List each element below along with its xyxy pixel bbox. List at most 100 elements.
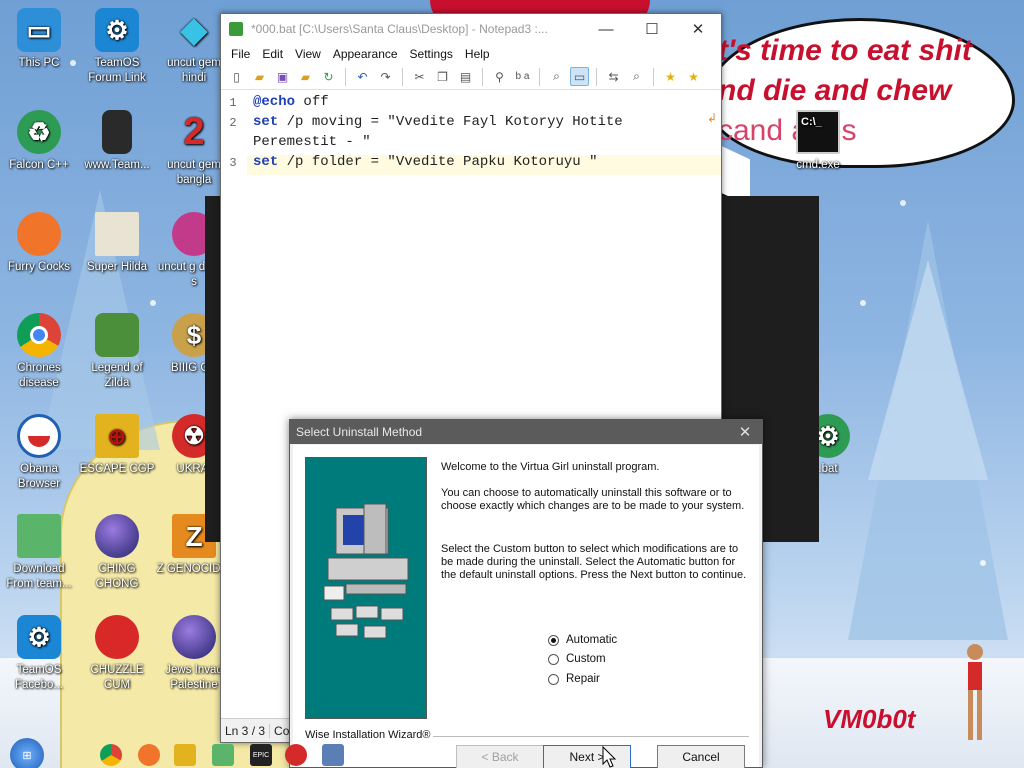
code-line-2: set /p moving = "Vvedite Fayl Kotoryy Ho… xyxy=(253,114,623,130)
code-text: /p folder = "Vvedite Papku Kotoruyu " xyxy=(278,154,598,170)
notepad3-titlebar[interactable]: *000.bat [C:\Users\Santa Claus\Desktop] … xyxy=(221,14,721,44)
desktop-icon-label: TeamOS Forum Link xyxy=(88,57,146,84)
radio-button[interactable] xyxy=(548,673,559,685)
menu-file[interactable]: File xyxy=(225,47,256,61)
dancing-figure-decoration xyxy=(967,644,983,740)
paste-icon[interactable]: ▤ xyxy=(456,67,475,86)
mouse-cursor-icon xyxy=(602,746,616,768)
desktop-icon-obama[interactable]: Obama Browser xyxy=(1,414,77,492)
find-icon[interactable]: ⚲ xyxy=(490,67,509,86)
new-file-icon[interactable]: ▯ xyxy=(227,67,246,86)
undo-icon[interactable]: ↶ xyxy=(353,67,372,86)
wrap-indicator-icon: ↲ xyxy=(706,112,717,126)
close-button[interactable]: ✕ xyxy=(675,14,721,44)
desktop-icon-cmd[interactable]: C:\_ cmd.exe xyxy=(780,110,856,173)
dialog-paragraph-1: You can choose to automatically uninstal… xyxy=(441,487,745,512)
zoom-icon[interactable]: ⌕ xyxy=(547,67,566,86)
notepad-icon xyxy=(17,514,61,558)
chuzzle-icon xyxy=(95,615,139,659)
find-in-files-icon[interactable]: ⌕ xyxy=(627,67,646,86)
radio-button[interactable] xyxy=(548,653,559,665)
save-icon[interactable]: ▣ xyxy=(273,67,292,86)
orb-icon xyxy=(172,615,216,659)
code-text: off xyxy=(295,94,329,110)
snowflake xyxy=(860,300,866,306)
copy-icon[interactable]: ❐ xyxy=(433,67,452,86)
radio-custom[interactable]: Custom xyxy=(548,653,606,665)
chrome-taskbar-icon[interactable] xyxy=(100,744,122,766)
status-line-position: Ln 3 / 3 xyxy=(221,723,271,738)
redo-icon[interactable]: ↷ xyxy=(376,67,395,86)
toolbar-separator xyxy=(482,67,483,86)
dialog-paragraph-2: Select the Custom button to select which… xyxy=(441,543,747,581)
menu-edit[interactable]: Edit xyxy=(256,47,289,61)
computer-install-illustration xyxy=(305,457,427,719)
line-number: 1 xyxy=(229,96,237,110)
radio-repair[interactable]: Repair xyxy=(548,673,600,685)
desktop-icon-this-pc[interactable]: ▭ This PC xyxy=(1,8,77,71)
book-icon xyxy=(102,110,132,154)
minimize-button[interactable]: — xyxy=(583,14,629,44)
desktop-icon-chrome[interactable]: Chrones disease xyxy=(1,313,77,391)
favorites-star-icon[interactable]: ★ xyxy=(661,67,680,86)
desktop-icon-label: Legend of Zilda xyxy=(91,362,143,389)
uninstall-dialog[interactable]: Select Uninstall Method ✕ Welcome to the… xyxy=(289,419,763,768)
wizard-brand-label: Wise Installation Wizard® xyxy=(305,729,434,741)
save-as-icon[interactable]: ▰ xyxy=(296,67,315,86)
radio-automatic[interactable]: Automatic xyxy=(548,634,617,646)
desktop-icon-download[interactable]: Download From team... xyxy=(1,514,77,592)
firefox-icon xyxy=(17,212,61,256)
desktop-icon-super-hilda[interactable]: Super Hilda xyxy=(79,212,155,275)
notepad-taskbar-icon[interactable] xyxy=(212,744,234,766)
code-keyword: set xyxy=(253,114,279,130)
snowflake xyxy=(150,300,156,306)
dialog-body: Welcome to the Virtua Girl uninstall pro… xyxy=(293,445,759,768)
epic-games-icon[interactable]: EPIC xyxy=(250,744,272,766)
file-explorer-icon[interactable] xyxy=(174,744,196,766)
desktop-icon-chuzzle[interactable]: CHUZZLE CUM xyxy=(79,615,155,693)
desktop-icon-zilda[interactable]: Legend of Zilda xyxy=(79,313,155,391)
start-button[interactable]: ⊞ xyxy=(10,738,44,768)
maximize-button[interactable]: ☐ xyxy=(629,14,675,44)
dialog-welcome-text: Welcome to the Virtua Girl uninstall pro… xyxy=(441,461,660,473)
orb-icon xyxy=(95,514,139,558)
desktop-icon-teamos-forum[interactable]: ⚙ TeamOS Forum Link xyxy=(79,8,155,86)
desktop-icon-ching[interactable]: CHING CHONG xyxy=(79,514,155,592)
desktop-icon-label: Download From team... xyxy=(6,563,72,590)
mahjong-icon: ⊕ xyxy=(95,414,139,458)
firefox-taskbar-icon[interactable] xyxy=(138,744,160,766)
desktop-icon-falcon[interactable]: ♻ Falcon C++ xyxy=(1,110,77,173)
notepad3-app-icon xyxy=(229,22,243,36)
replace-icon[interactable]: b a xyxy=(513,67,532,86)
word-wrap-icon[interactable]: ▭ xyxy=(570,67,589,86)
code-text: /p moving = "Vvedite Fayl Kotoryy Hotite xyxy=(278,114,623,130)
notepad3-title: *000.bat [C:\Users\Santa Claus\Desktop] … xyxy=(251,22,548,36)
installer-taskbar-icon[interactable] xyxy=(322,744,344,766)
red-app-taskbar-icon[interactable] xyxy=(285,744,307,766)
radio-button[interactable] xyxy=(548,634,559,646)
desktop-icon-escape[interactable]: ⊕ ESCAPE CGP xyxy=(79,414,155,477)
dialog-titlebar[interactable]: Select Uninstall Method ✕ xyxy=(290,420,762,444)
desktop-icon-furry[interactable]: Furry Cocks xyxy=(1,212,77,275)
line-number: 2 xyxy=(229,116,237,130)
desktop-icon-label: CHING CHONG xyxy=(95,563,139,590)
open-folder-icon[interactable]: ▰ xyxy=(250,67,269,86)
line-number: 3 xyxy=(229,156,237,170)
recycle-icon: ♻ xyxy=(17,110,61,154)
toolbar-separator xyxy=(596,67,597,86)
dialog-close-button[interactable]: ✕ xyxy=(728,423,762,441)
code-line-1: @echo off xyxy=(253,94,329,110)
cut-icon[interactable]: ✂ xyxy=(410,67,429,86)
indent-icon[interactable]: ⇆ xyxy=(604,67,623,86)
add-favorite-icon[interactable]: ★ xyxy=(684,67,703,86)
menu-appearance[interactable]: Appearance xyxy=(327,47,404,61)
menu-help[interactable]: Help xyxy=(459,47,496,61)
desktop-icon-www-team[interactable]: www.Team... xyxy=(79,110,155,173)
desktop-icon-label: Obama Browser xyxy=(17,463,61,490)
menu-settings[interactable]: Settings xyxy=(404,47,459,61)
desktop-icon-teamos-facebook[interactable]: ⚙ TeamOS Facebo... xyxy=(1,615,77,693)
taskbar: ⊞ EPIC xyxy=(0,738,1024,768)
reload-icon[interactable]: ↻ xyxy=(319,67,338,86)
menu-view[interactable]: View xyxy=(289,47,327,61)
gear-icon: ⚙ xyxy=(95,8,139,52)
